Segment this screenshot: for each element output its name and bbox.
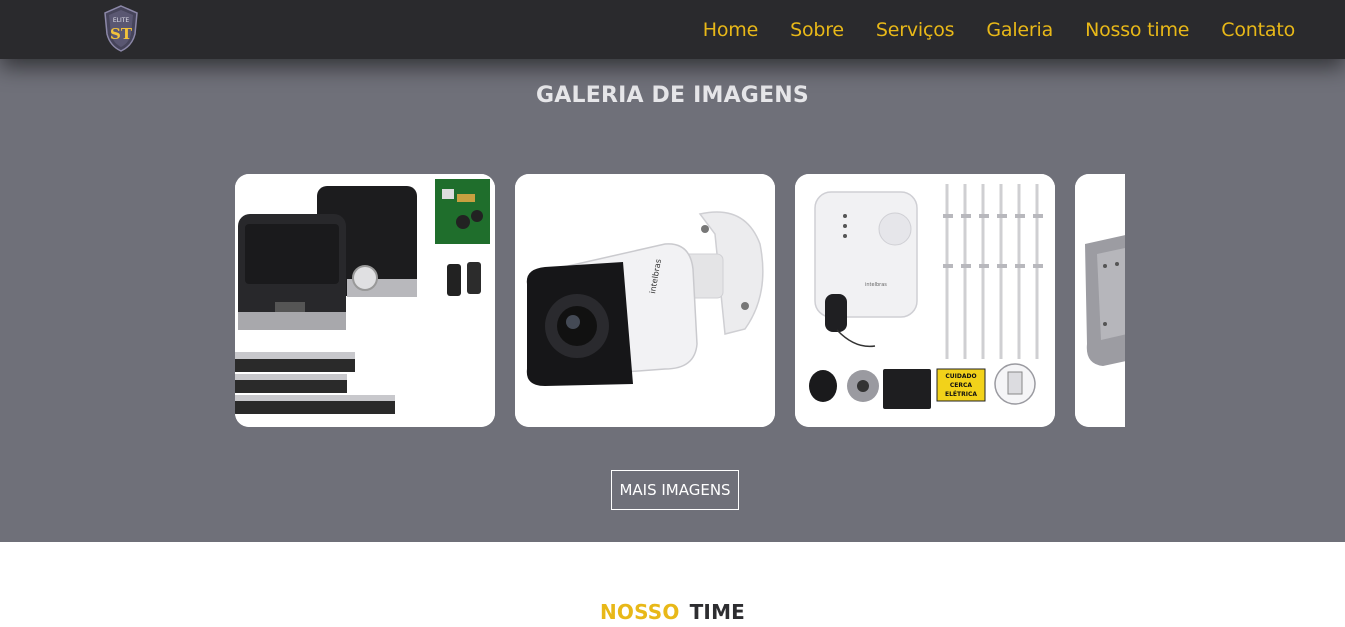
team-title: NOSSO TIME <box>0 600 1345 624</box>
gallery-card-gate-motor[interactable] <box>235 174 495 427</box>
security-camera-image: intelbras <box>515 174 775 427</box>
nav-menu: Home Sobre Serviços Galeria Nosso time C… <box>671 0 1295 59</box>
nav-link-servicos[interactable]: Serviços <box>876 19 955 41</box>
gallery-card-metal-box[interactable] <box>1075 174 1125 427</box>
svg-text:intelbras: intelbras <box>865 282 887 288</box>
nav-link-sobre[interactable]: Sobre <box>790 19 844 41</box>
nav-link-home[interactable]: Home <box>703 19 759 41</box>
gallery-card-camera[interactable]: intelbras <box>515 174 775 427</box>
team-title-part2: TIME <box>689 600 746 624</box>
more-images-button[interactable]: MAIS IMAGENS <box>611 470 739 510</box>
nav-link-galeria[interactable]: Galeria <box>986 19 1053 41</box>
gate-motor-kit-image <box>235 174 495 427</box>
elite-st-logo[interactable]: ELITE ST <box>102 4 140 52</box>
gallery-title: GALERIA DE IMAGENS <box>536 83 809 108</box>
nav-link-contato[interactable]: Contato <box>1221 19 1295 41</box>
navbar: ELITE ST Home Sobre Serviços Galeria Nos… <box>0 0 1345 59</box>
svg-text:CUIDADO: CUIDADO <box>945 373 976 380</box>
team-title-part1: NOSSO <box>599 600 680 624</box>
gallery-section: GALERIA DE IMAGENS intelbras intelbras C… <box>0 59 1345 542</box>
electric-fence-kit-image: intelbras CUIDADO CERCA ELÉTRICA <box>795 174 1055 427</box>
svg-text:CERCA: CERCA <box>950 382 973 389</box>
gallery-carousel[interactable]: intelbras intelbras CUIDADO CERCA ELÉTRI… <box>235 174 1125 427</box>
svg-text:ST: ST <box>110 25 133 43</box>
svg-text:ELITE: ELITE <box>113 17 130 24</box>
metal-box-image <box>1075 174 1125 427</box>
nav-link-nosso-time[interactable]: Nosso time <box>1085 19 1189 41</box>
gallery-card-electric-fence[interactable]: intelbras CUIDADO CERCA ELÉTRICA <box>795 174 1055 427</box>
svg-text:ELÉTRICA: ELÉTRICA <box>945 390 977 398</box>
